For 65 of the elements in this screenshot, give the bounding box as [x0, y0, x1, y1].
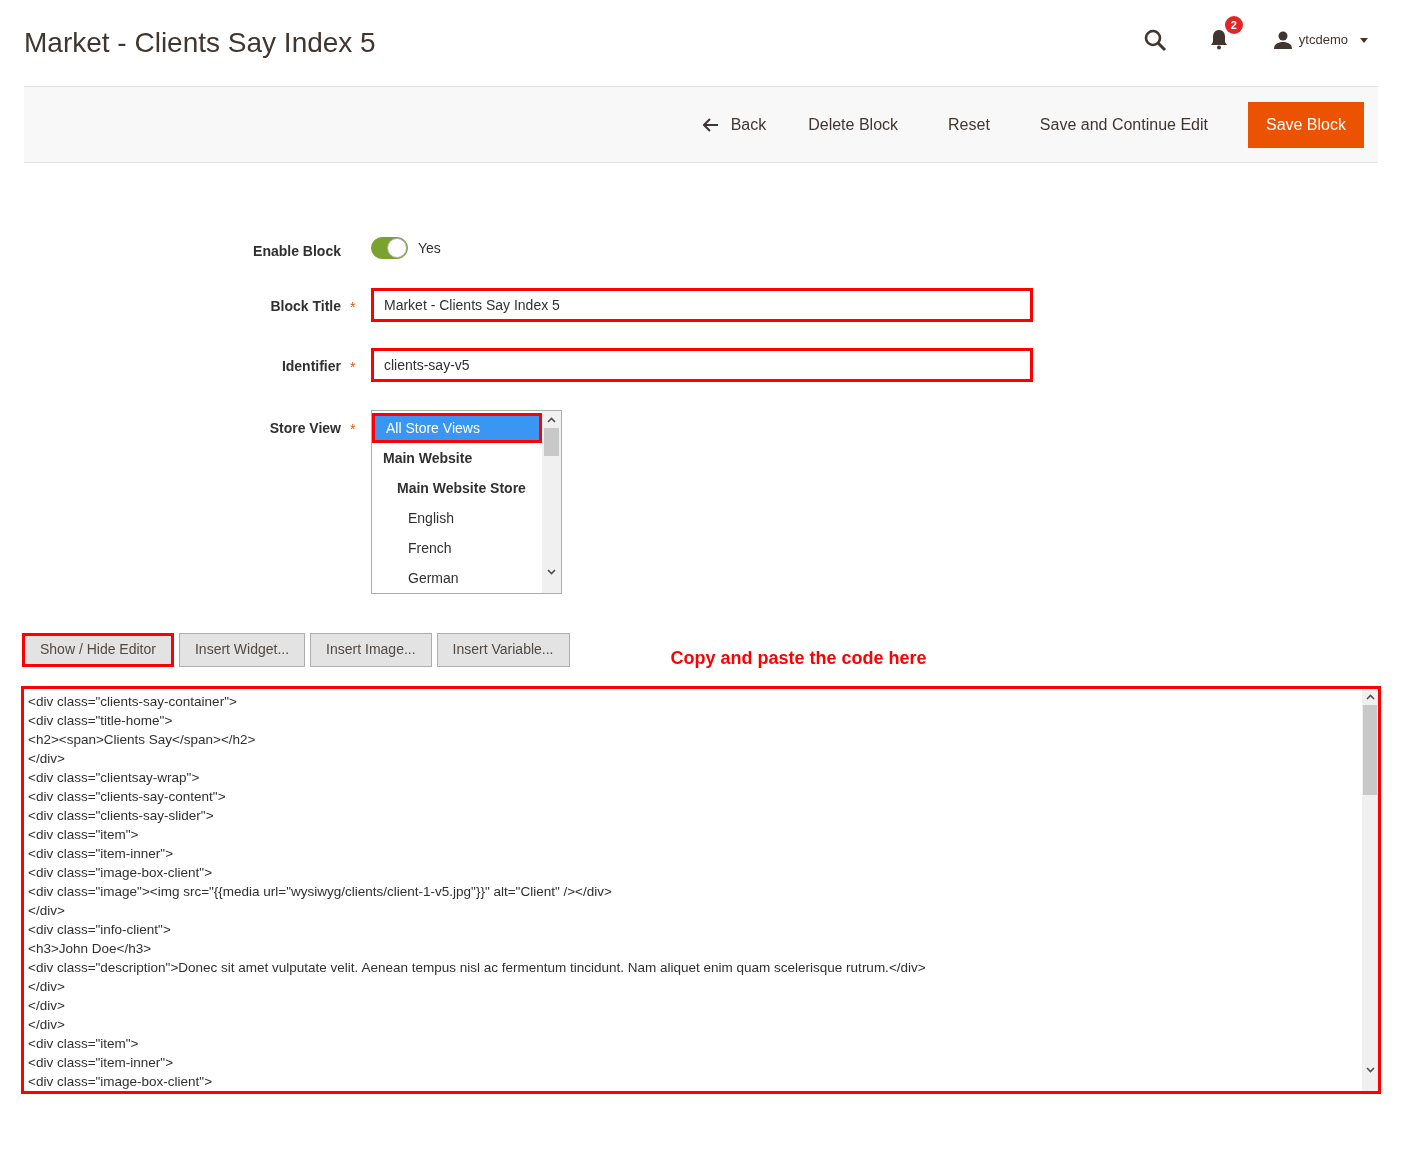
code-line: <h3>John Doe</h3>: [28, 940, 153, 958]
back-button[interactable]: Back: [686, 101, 783, 148]
save-button[interactable]: Save Block: [1247, 101, 1364, 148]
user-icon: [1272, 31, 1293, 49]
store-view-option[interactable]: French: [372, 533, 542, 563]
store-view-option[interactable]: German: [372, 563, 542, 593]
action-button[interactable]: Delete Block: [784, 101, 923, 148]
code-line: </div>: [28, 978, 66, 996]
code-line: </div>: [28, 1016, 66, 1034]
field-label: Enable Block: [253, 242, 341, 261]
code-line: <div class="image-box-client">: [28, 1073, 214, 1091]
required-mark: *: [350, 359, 356, 375]
scrollbar-thumb[interactable]: [1363, 705, 1377, 795]
code-line: </div>: [28, 997, 66, 1015]
code-line: <div class="clients-say-slider">: [28, 807, 215, 825]
scrollbar[interactable]: [1362, 689, 1378, 1091]
search-icon[interactable]: [1142, 28, 1167, 52]
chevron-up-icon: [547, 417, 556, 423]
text-field[interactable]: clients-say-v5: [371, 348, 1033, 382]
code-line: <div class="item-inner">: [28, 1054, 175, 1072]
required-mark: *: [350, 299, 356, 315]
toggle-label: Yes: [418, 238, 441, 258]
code-line: <div class="image-box-client">: [28, 864, 214, 882]
code-line: <div class="description">Donec sit amet vulputate velit. Aenean tempus nisl ac fermentum tincidunt. Nam aliquet enim quam scelerisque rutrum.</div>: [28, 959, 927, 977]
store-view-list[interactable]: All Store Views Main Website Main Website Store English French German: [371, 410, 562, 594]
chevron-down-icon: [547, 569, 556, 575]
user-menu[interactable]: ytcdemo: [1272, 30, 1368, 50]
store-view-option[interactable]: Main Website: [372, 443, 542, 473]
action-button[interactable]: Reset: [924, 101, 1014, 148]
text-field[interactable]: Market - Clients Say Index 5: [371, 288, 1033, 322]
code-line: <div class="item">: [28, 1035, 140, 1053]
store-view-option[interactable]: Main Website Store: [372, 473, 542, 503]
editor-button[interactable]: Insert Image...: [310, 632, 432, 667]
editor-button[interactable]: Insert Widget...: [178, 632, 306, 667]
code-line: <div class="item">: [28, 826, 140, 844]
field-label: Block Title: [270, 297, 341, 316]
page-title: Market - Clients Say Index 5: [24, 26, 376, 60]
caret-icon: [1360, 37, 1368, 43]
scrollbar[interactable]: [542, 411, 561, 593]
code-line: <div class="clients-say-content">: [28, 788, 227, 806]
code-line: <div class="info-client">: [28, 921, 172, 939]
notification-badge: 2: [1224, 16, 1243, 34]
annotation-text: Copy and paste the code here: [670, 647, 927, 670]
code-line: <div class="title-home">: [28, 712, 174, 730]
scrollbar-thumb[interactable]: [544, 428, 559, 456]
required-mark: *: [350, 421, 356, 437]
code-line: <div class="clientsay-wrap">: [28, 769, 201, 787]
code-line: <h2><span>Clients Say</span></h2>: [28, 731, 257, 749]
chevron-up-icon: [1365, 694, 1375, 700]
field-label: Store View: [269, 419, 341, 438]
code-line: <div class="item-inner">: [28, 845, 175, 863]
field-label: Identifier: [281, 357, 341, 376]
code-line: </div>: [28, 902, 66, 920]
code-line: <div class="clients-say-container">: [28, 693, 238, 711]
arrow-left-icon: [702, 117, 719, 132]
chevron-down-icon: [1365, 1067, 1375, 1073]
toggle-switch[interactable]: [371, 237, 408, 259]
store-view-option[interactable]: English: [372, 503, 542, 533]
code-line: <div class="image"><img src="{{media url="wysiwyg/clients/client-1-v5.jpg"}}" alt="Client" /></div>: [28, 883, 613, 901]
code-line: </div>: [28, 750, 66, 768]
code-editor[interactable]: [21, 686, 1381, 1094]
action-button[interactable]: Save and Continue Edit: [1015, 101, 1232, 148]
bell-icon[interactable]: [1208, 28, 1229, 50]
editor-button[interactable]: Insert Variable...: [436, 632, 570, 667]
editor-button[interactable]: Show / Hide Editor: [22, 632, 174, 667]
